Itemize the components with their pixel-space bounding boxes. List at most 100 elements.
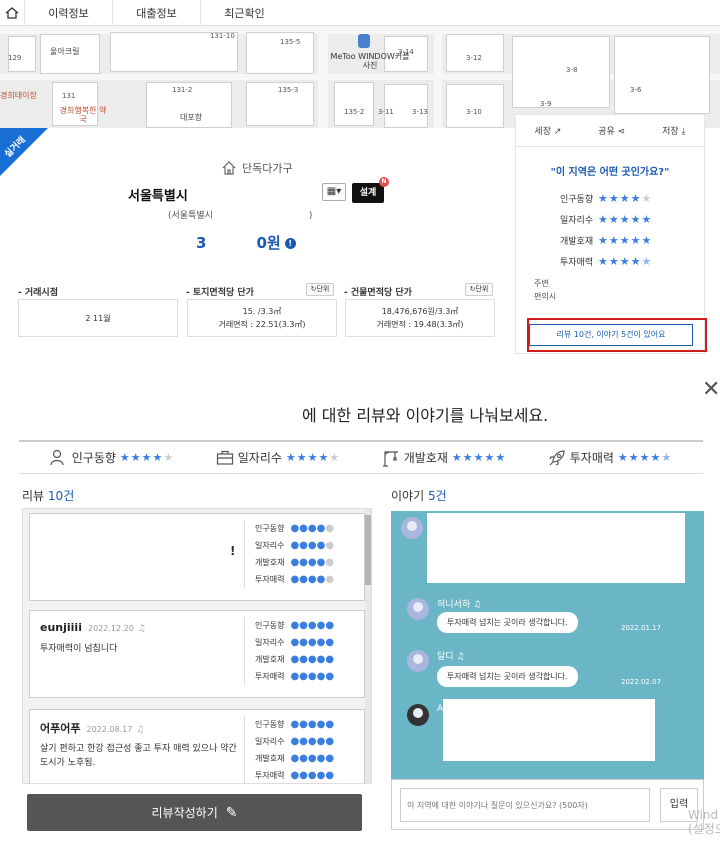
rating-row: 투자매력 ★★★★★ [560,255,653,268]
category-jobs: 일자리수 ★★★★★ [216,449,341,467]
calculator-dropdown[interactable]: ▦▾ [322,183,346,201]
map-label: 135-3 [278,86,299,94]
landmark-pin-icon[interactable] [358,34,370,48]
review-ratings: 인구동향 ●●●●● 일자리수 ●●●●● 개발호재 ●●●●● 투자매력 ●●●●● [244,617,334,685]
reviewer-name: eunjiiii 2022.12.20 ♫ [40,621,146,634]
review-card: ! 인구동향 ●●●●● 일자리수 ●●●●● 개발호재 ●●●●● 투자매력 ●●●●… [29,513,365,601]
story-section-title: 이야기 5건 [391,489,447,503]
property-address: 서울특별시 [128,189,188,204]
landmark-label: MeToo WINDOW커플사진 [330,52,410,70]
external-link-icon: ↗ [553,127,562,137]
map-label: 3-10 [466,108,482,116]
category-development: 개발호재 ★★★★★ [382,449,506,467]
bell-icon: ♫ [473,600,482,610]
avatar [407,598,429,620]
crane-icon [382,450,398,467]
tab-history[interactable]: 이력정보 [24,0,112,26]
review-scrollbar[interactable] [365,509,371,783]
info-icon[interactable]: ! [284,238,296,249]
map-label: 129 [8,54,22,62]
map-view[interactable]: 131-10 135-5 3-14 3-12 3-8 129 131-2 135… [0,26,720,128]
star-rating: ★★★★★ [598,192,653,205]
message-bubble [427,513,685,583]
message-date: 2022.01.17 [621,624,662,632]
map-label: 3-9 [540,100,552,108]
share-icon: ⋖ [617,127,626,137]
home-icon[interactable] [0,0,24,26]
bell-icon: ♫ [136,725,145,735]
area-question: "이 지역은 어떤 곳인가요?" [550,167,670,178]
review-card: 어푸어푸 2022.08.17 ♫ 살기 편하고 한강 접근성 좋고 투자 매력 있… [29,709,365,783]
map-poi[interactable]: 경희태이장 [0,90,37,101]
real-transaction-badge: 실거래 [0,128,48,176]
avatar [407,650,429,672]
windows-watermark: Wind (설정으 [688,808,720,836]
star-rating: ★★★★★ [598,234,653,247]
map-label: 3-6 [630,86,642,94]
close-icon[interactable]: ✕ [702,379,720,401]
star-rating: ★★★★★ [119,451,175,464]
category-investment: 투자매력 ★★★★★ [548,449,673,467]
map-label: 131-2 [172,86,193,94]
chat-input[interactable] [400,788,650,822]
map-label: 3-11 [378,108,394,116]
tab-recent[interactable]: 최근확인 [200,0,288,26]
review-preview: 주변 편의시 [534,279,557,301]
highlight-box [527,318,707,352]
transaction-price: 3 0원! [196,232,296,253]
map-poi[interactable]: 울아크릴 [50,46,79,57]
design-button[interactable]: 설계 N [352,177,389,203]
review-ratings: 인구동향 ●●●●● 일자리수 ●●●●● 개발호재 ●●●●● 투자매력 ●●●●● [244,520,334,588]
building-type-label: 단독다가구 [242,162,293,175]
stat-box-date: 2 11월 [18,299,178,337]
map-label: 3-13 [412,108,428,116]
tab-loan[interactable]: 대출정보 [112,0,200,26]
map-poi[interactable]: 경희행복한 약국 [58,106,108,124]
top-tab-bar: 이력정보 대출정보 최근확인 [0,0,720,26]
reviewer-name: 어푸어푸 2022.08.17 ♫ [40,722,145,735]
modal-title: 에 대한 리뷰와 이야기를 나눠보세요. [302,406,549,425]
reviewer-name [40,524,246,537]
bell-icon: ♫ [456,652,465,662]
unit-toggle-button[interactable]: ↻단위 [306,283,334,296]
message-bubble [443,699,655,761]
stat-label: - 토지면적당 단가 [186,288,254,298]
map-label: 131-10 [210,32,235,40]
message-date: 2022.02.07 [621,678,662,686]
map-label: 3-8 [566,66,578,74]
star-rating: ★★★★★ [451,451,507,464]
map-poi[interactable]: 대포항 [180,112,202,123]
category-population: 인구동향 ★★★★★ [50,449,175,467]
save-button[interactable]: 저장 ⤓ [662,124,685,137]
star-rating: ★★★★★ [598,213,653,226]
map-label: 135-2 [344,108,365,116]
rating-row: 개발호재 ★★★★★ [560,234,653,247]
star-rating: ★★★★★ [598,255,653,268]
review-ratings: 인구동향 ●●●●● 일자리수 ●●●●● 개발호재 ●●●●● 투자매력 ●●●●● [244,716,334,783]
review-section-title: 리뷰 10건 [22,489,75,503]
new-badge: N [379,177,389,187]
person-chart-icon [50,449,64,465]
star-rating: ★★★★★ [617,451,673,464]
share-button[interactable]: 공유 ⋖ [598,124,625,137]
write-review-button[interactable]: 리뷰작성하기 ✎ [27,794,362,831]
map-label: 131 [62,92,76,100]
story-author: 달디 ♫ [437,652,465,662]
pencil-icon: ✎ [225,804,238,821]
rating-row: 인구동향 ★★★★★ [560,192,653,205]
building-type: 단독다가구 [222,160,293,176]
chat-input-area: 입력 [391,779,704,830]
story-chat[interactable]: 허니서하 ♫ 투자매력 넘치는 곳이라 생각합니다. 2022.01.17 달디… [391,511,704,779]
story-author: 허니서하 ♫ [437,600,482,610]
review-card: eunjiiii 2022.12.20 ♫ 투자매력이 넘칩니다 인구동향 ●●●●●… [29,610,365,698]
avatar [407,704,429,726]
briefcase-icon [216,450,233,465]
message-bubble: 투자매력 넘치는 곳이라 생각합니다. [437,666,578,687]
view-button[interactable]: 세장 ↗ [534,124,561,137]
avatar [401,517,423,539]
house-icon [222,161,236,175]
bell-icon: ♫ [137,624,146,634]
stat-box-land-price: 15. /3.3㎡ 거래면적 : 22.51(3.3㎡) [187,299,337,337]
unit-toggle-button[interactable]: ↻단위 [465,283,493,296]
review-list[interactable]: ! 인구동향 ●●●●● 일자리수 ●●●●● 개발호재 ●●●●● 투자매력 ●●●●… [22,508,372,784]
